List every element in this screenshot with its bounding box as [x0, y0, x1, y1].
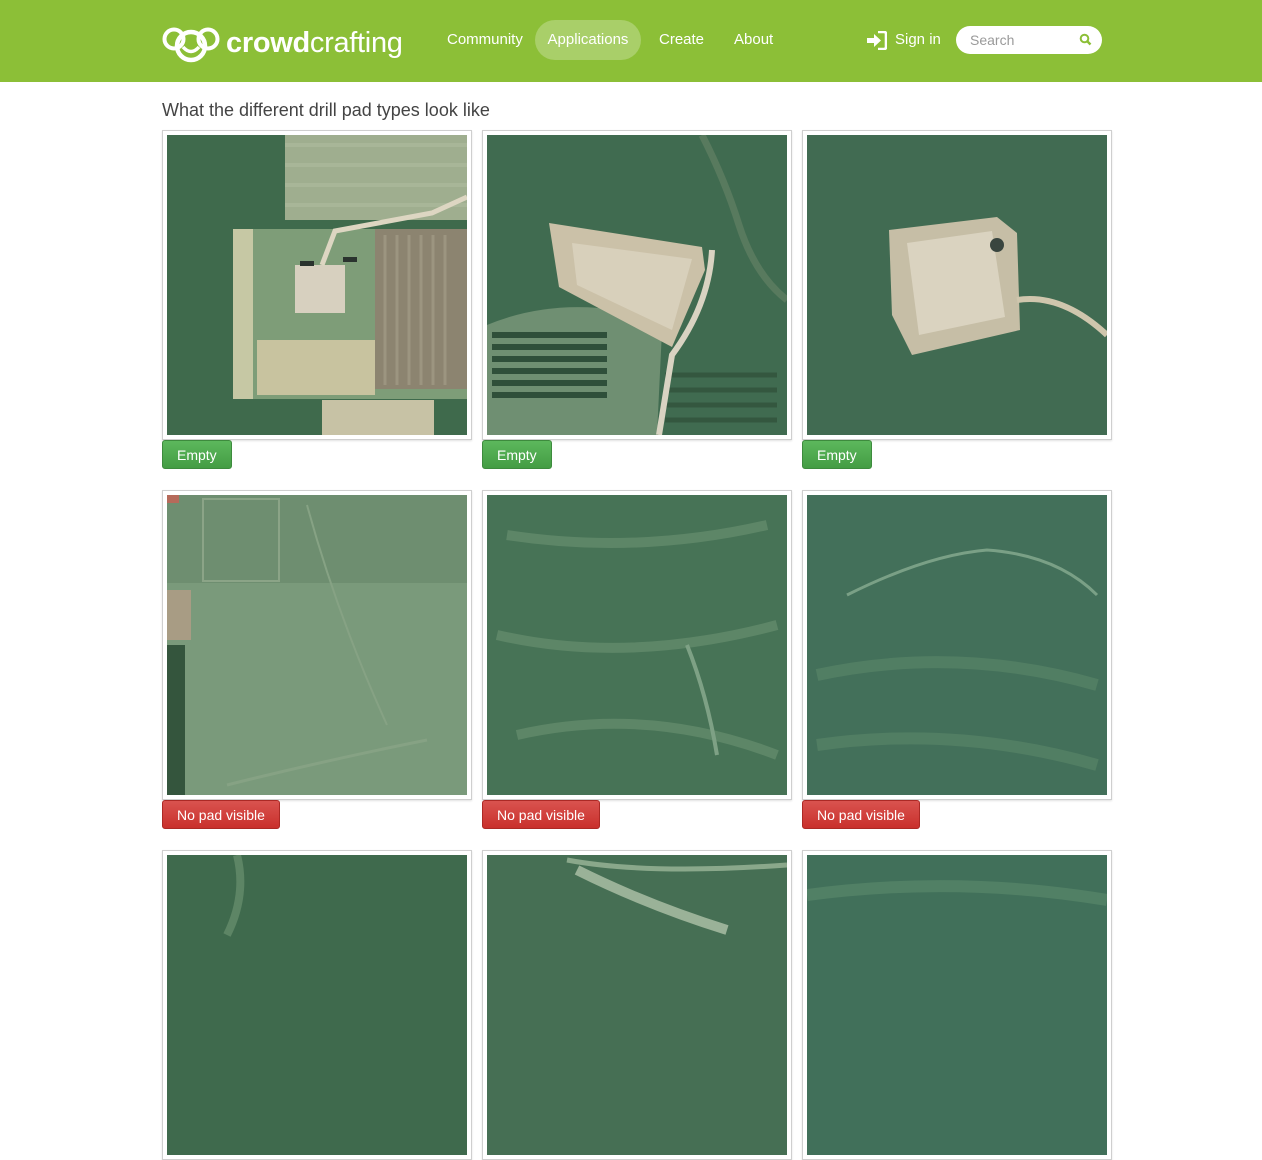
nav-applications[interactable]: Applications: [535, 20, 641, 60]
aerial-image: [167, 495, 467, 795]
aerial-image: [807, 135, 1107, 435]
sign-in-label: Sign in: [895, 31, 941, 48]
search-icon[interactable]: [1079, 33, 1092, 46]
brand-logo-link[interactable]: crowdcrafting: [162, 22, 403, 64]
sign-in-link[interactable]: Sign in: [866, 20, 941, 60]
page-heading: What the different drill pad types look …: [162, 100, 490, 120]
aerial-image-frame: [802, 490, 1112, 800]
aerial-image-frame: [482, 490, 792, 800]
aerial-image-frame: [802, 850, 1112, 1160]
sign-in-icon: [867, 30, 887, 50]
aerial-image-frame: [802, 130, 1112, 440]
nav-about[interactable]: About: [734, 20, 773, 60]
empty-button[interactable]: Empty: [482, 440, 552, 469]
aerial-image: [167, 855, 467, 1155]
top-navbar: crowdcrafting Community Applications Cre…: [0, 0, 1262, 82]
aerial-image: [167, 135, 467, 435]
brand-name: crowdcrafting: [226, 27, 403, 59]
aerial-image-frame: [482, 850, 792, 1160]
search-box: [956, 26, 1102, 54]
aerial-image: [487, 135, 787, 435]
aerial-image: [487, 495, 787, 795]
no-pad-visible-button[interactable]: No pad visible: [802, 800, 920, 829]
nav-create[interactable]: Create: [659, 20, 704, 60]
aerial-image-frame: [162, 490, 472, 800]
search-input[interactable]: [970, 30, 1074, 50]
no-pad-visible-button[interactable]: No pad visible: [482, 800, 600, 829]
aerial-image: [487, 855, 787, 1155]
aerial-image: [807, 495, 1107, 795]
aerial-image: [807, 855, 1107, 1155]
no-pad-visible-button[interactable]: No pad visible: [162, 800, 280, 829]
aerial-image-frame: [162, 130, 472, 440]
aerial-image-frame: [482, 130, 792, 440]
aerial-image-frame: [162, 850, 472, 1160]
empty-button[interactable]: Empty: [162, 440, 232, 469]
crowdcrafting-logo-icon: [162, 27, 220, 63]
empty-button[interactable]: Empty: [802, 440, 872, 469]
nav-community[interactable]: Community: [447, 20, 523, 60]
